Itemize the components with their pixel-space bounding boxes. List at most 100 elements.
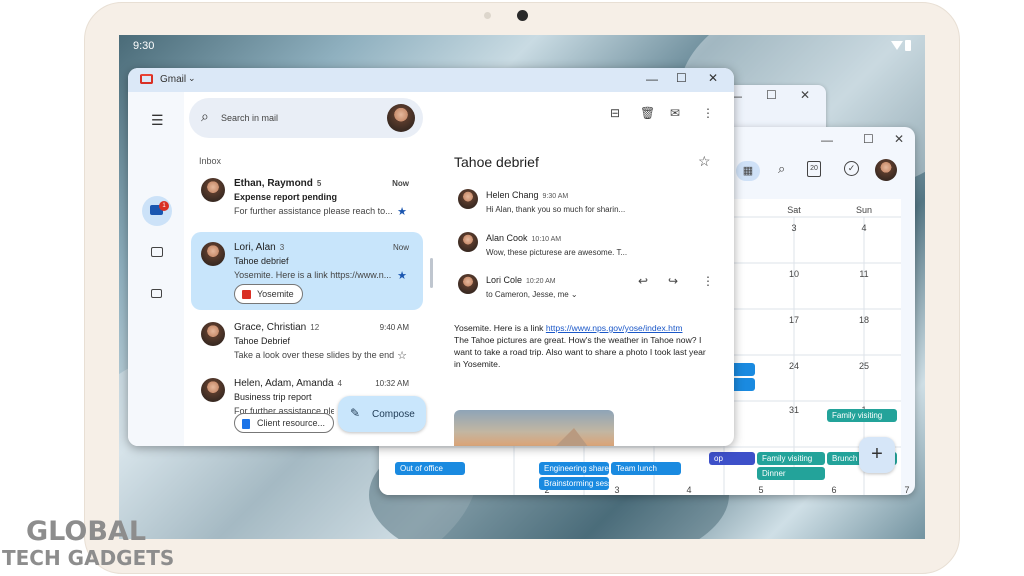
mail-date: Now xyxy=(392,179,409,188)
scrollbar[interactable] xyxy=(430,258,433,288)
column-header-sun: Sun xyxy=(855,205,872,215)
day-number[interactable]: 4 xyxy=(829,223,899,233)
star-icon[interactable]: ★ xyxy=(397,269,407,282)
more-vert-icon[interactable]: ⋮ xyxy=(702,274,714,288)
mail-date: Now xyxy=(392,243,409,252)
menu-icon[interactable]: ☰ xyxy=(151,112,164,129)
attachment-chip[interactable]: Yosemite xyxy=(234,284,303,304)
minimize-icon[interactable]: — xyxy=(821,133,833,147)
message-recipients[interactable]: to Cameron, Jesse, me ⌄ xyxy=(486,290,578,299)
tasks-check-icon[interactable]: ✓ xyxy=(844,161,859,176)
unread-badge: 1 xyxy=(159,201,169,211)
day-number[interactable]: 6 xyxy=(814,485,854,495)
avatar[interactable] xyxy=(387,104,415,132)
day-number[interactable]: 17 xyxy=(759,315,829,325)
thread-message[interactable]: Helen Chang 9:30 AM Hi Alan, thank you so… xyxy=(456,187,726,227)
message-snippet: Hi Alan, thank you so much for sharin... xyxy=(486,205,626,214)
mail-snippet: Yosemite. Here is a link https://www.n..… xyxy=(234,270,392,280)
mail-subject: Business trip report xyxy=(234,392,312,402)
avatar xyxy=(458,232,478,252)
minimize-icon[interactable]: — xyxy=(646,72,658,86)
gmail-titlebar: Gmail ⌄ — ☐ ✕ xyxy=(128,68,734,92)
mail-subject: Tahoe Debrief xyxy=(234,336,291,346)
star-outline-icon[interactable]: ☆ xyxy=(698,153,711,170)
event-chip[interactable]: Family visiting xyxy=(757,452,825,465)
mail-nav-button[interactable]: 1 xyxy=(142,196,172,226)
watermark-line2: TECH GADGETS xyxy=(2,546,175,570)
inline-photo[interactable] xyxy=(454,410,614,446)
thread-message-open[interactable]: Lori Cole 10:20 AM to Cameron, Jesse, me … xyxy=(456,272,726,312)
chat-icon[interactable] xyxy=(151,247,163,257)
delete-icon[interactable]: 🗑 xyxy=(640,106,655,120)
compose-button[interactable]: ✎ Compose xyxy=(338,396,426,432)
close-icon[interactable]: ✕ xyxy=(894,132,904,146)
event-chip[interactable]: op xyxy=(709,452,755,465)
event-chip[interactable]: Out of office xyxy=(395,462,465,475)
avatar xyxy=(201,322,225,346)
day-number[interactable]: 3 xyxy=(759,223,829,233)
mark-unread-icon[interactable]: ✉ xyxy=(670,106,680,120)
star-outline-icon[interactable]: ☆ xyxy=(397,349,407,362)
day-number[interactable]: 31 xyxy=(759,405,829,415)
chevron-down-icon[interactable]: ⌄ xyxy=(188,73,196,84)
mail-snippet: Take a look over these slides by the end xyxy=(234,350,394,360)
front-camera xyxy=(517,10,528,21)
avatar xyxy=(201,178,225,202)
calendar-icon[interactable]: 20 xyxy=(807,161,821,177)
day-number[interactable]: 18 xyxy=(829,315,899,325)
close-icon[interactable]: ✕ xyxy=(708,71,718,85)
mail-subject: Tahoe debrief xyxy=(234,256,289,266)
column-header-sat: Sat xyxy=(787,205,801,215)
avatar xyxy=(201,378,225,402)
mail-date: 9:40 AM xyxy=(379,323,409,332)
maximize-icon[interactable]: ☐ xyxy=(863,132,874,146)
doc-file-icon xyxy=(242,419,250,429)
mail-date: 10:32 AM xyxy=(375,379,409,388)
pencil-icon: ✎ xyxy=(350,406,361,420)
event-chip[interactable]: Brainstorming sess xyxy=(539,477,609,490)
gmail-window[interactable]: Gmail ⌄ — ☐ ✕ ☰ 1 ⌕ Search in mail Inbox… xyxy=(128,68,734,446)
message-sender: Lori Cole 10:20 AM xyxy=(486,275,556,285)
reading-pane: ⊟ 🗑 ✉ ⋮ Tahoe debrief ☆ Helen Chang 9:30 … xyxy=(448,92,734,446)
battery-icon xyxy=(905,40,911,51)
search-bar[interactable]: ⌕ Search in mail xyxy=(189,98,423,138)
mail-subject: Expense report pending xyxy=(234,192,338,202)
day-number[interactable]: 4 xyxy=(669,485,709,495)
search-icon[interactable]: ⌕ xyxy=(201,108,209,125)
light-sensor xyxy=(484,12,491,19)
message-link[interactable]: https://www.nps.gov/yose/index.htm xyxy=(546,323,683,333)
message-sender: Helen Chang 9:30 AM xyxy=(486,190,569,200)
nav-rail: ☰ 1 xyxy=(128,92,184,446)
maximize-icon[interactable]: ☐ xyxy=(676,71,687,85)
maximize-icon[interactable]: ☐ xyxy=(766,88,777,102)
day-number[interactable]: 11 xyxy=(829,269,899,279)
meet-icon[interactable] xyxy=(151,289,162,298)
mail-sender: Lori, Alan 3 xyxy=(234,242,285,253)
day-number[interactable]: 7 xyxy=(887,485,915,495)
forward-icon[interactable]: ↪ xyxy=(668,274,678,288)
avatar[interactable] xyxy=(875,159,897,181)
event-chip[interactable]: Family visiting xyxy=(827,409,897,422)
thread-message[interactable]: Alan Cook 10:10 AM Wow, these picturese a… xyxy=(456,230,726,270)
day-number[interactable]: 25 xyxy=(829,361,899,371)
reply-icon[interactable]: ↩ xyxy=(638,274,648,288)
event-chip[interactable]: Engineering share xyxy=(539,462,609,475)
close-icon[interactable]: ✕ xyxy=(800,88,810,102)
attachment-chip[interactable]: Client resource... xyxy=(234,413,335,433)
star-icon[interactable]: ★ xyxy=(397,205,407,218)
day-number[interactable]: 5 xyxy=(741,485,781,495)
more-vert-icon[interactable]: ⋮ xyxy=(702,106,714,120)
list-item-selected[interactable]: Lori, Alan 3 Now Tahoe debrief Yosemite. … xyxy=(191,232,423,310)
add-event-button[interactable]: + xyxy=(859,437,895,473)
grid-view-icon[interactable]: ▦ xyxy=(736,161,760,181)
watermark-line1: GLOBAL xyxy=(26,516,147,547)
archive-icon[interactable]: ⊟ xyxy=(610,106,620,120)
event-chip[interactable]: Dinner xyxy=(757,467,825,480)
day-number[interactable]: 10 xyxy=(759,269,829,279)
folder-label: Inbox xyxy=(199,156,222,166)
event-chip[interactable]: Team lunch xyxy=(611,462,681,475)
search-input[interactable]: Search in mail xyxy=(221,113,278,123)
search-icon[interactable]: ⌕ xyxy=(778,161,785,177)
day-number[interactable]: 24 xyxy=(759,361,829,371)
message-sender: Alan Cook 10:10 AM xyxy=(486,233,562,243)
